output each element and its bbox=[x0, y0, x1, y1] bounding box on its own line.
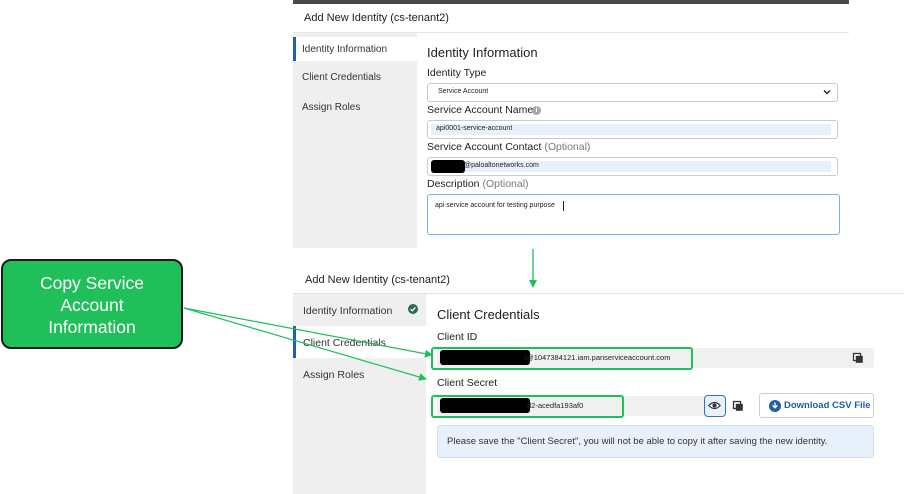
description-value: api service account for testing purpose bbox=[435, 202, 555, 209]
sidebar-item-assign-roles[interactable]: Assign Roles bbox=[293, 96, 417, 120]
top-border bbox=[293, 0, 849, 4]
chevron-down-icon bbox=[823, 90, 831, 95]
download-csv-button[interactable]: Download CSV File bbox=[759, 393, 874, 418]
sidebar-item-label: Identity Information bbox=[303, 305, 393, 317]
optional-tag: (Optional) bbox=[544, 141, 591, 153]
sidebar-item-label: Assign Roles bbox=[303, 369, 365, 381]
text-caret bbox=[563, 201, 564, 211]
callout-line: Copy Service bbox=[39, 273, 145, 293]
client-id-label: Client ID bbox=[437, 331, 478, 343]
save-secret-notice: Please save the "Client Secret", you wil… bbox=[437, 425, 874, 458]
check-circle-icon bbox=[408, 304, 418, 314]
copy-icon[interactable] bbox=[852, 352, 864, 364]
callout-line: Information bbox=[48, 317, 136, 337]
contact-label-text: Service Account Contact bbox=[427, 141, 542, 153]
notice-text: Please save the "Client Secret", you wil… bbox=[447, 436, 828, 447]
contact-value: @paloaltonetworks.com bbox=[464, 162, 539, 169]
show-secret-button[interactable] bbox=[704, 395, 726, 417]
service-account-name-label: Service Account Name bbox=[427, 104, 533, 116]
service-account-name-label-text: Service Account Name bbox=[427, 104, 534, 116]
section-title: Identity Information bbox=[427, 45, 538, 60]
client-id-highlight bbox=[431, 347, 693, 370]
wizard-sidebar: Identity Information Client Credentials … bbox=[293, 33, 417, 248]
sidebar-item-client-credentials[interactable]: Client Credentials bbox=[293, 66, 417, 90]
sidebar-item-identity-information[interactable]: Identity Information bbox=[293, 300, 426, 322]
client-credentials-panel: Add New Identity (cs-tenant2) Identity I… bbox=[293, 263, 904, 494]
identity-type-value: Service Account bbox=[438, 88, 489, 95]
wizard-sidebar: Identity Information Client Credentials … bbox=[293, 294, 426, 494]
sidebar-item-label: Client Credentials bbox=[302, 72, 381, 83]
description-label-text: Description bbox=[427, 178, 480, 190]
callout-line: Account bbox=[60, 295, 124, 315]
sidebar-item-assign-roles[interactable]: Assign Roles bbox=[293, 365, 426, 387]
client-secret-highlight bbox=[431, 395, 624, 418]
sidebar-item-identity-information[interactable]: Identity Information bbox=[293, 37, 417, 61]
optional-tag: (Optional) bbox=[482, 178, 529, 190]
identity-type-select[interactable]: Service Account bbox=[427, 83, 838, 102]
download-csv-label: Download CSV File bbox=[784, 400, 871, 411]
download-icon bbox=[769, 400, 781, 412]
copy-info-callout: Copy Service Account Information bbox=[1, 259, 183, 349]
service-account-name-input[interactable]: api0001-service-account bbox=[427, 120, 838, 139]
service-account-name-value: api0001-service-account bbox=[436, 125, 513, 132]
identity-type-label: Identity Type bbox=[427, 67, 487, 79]
section-title: Client Credentials bbox=[437, 307, 540, 322]
description-textarea[interactable]: api service account for testing purpose bbox=[427, 194, 840, 235]
description-label: Description (Optional) bbox=[427, 178, 529, 190]
service-account-contact-label: Service Account Contact (Optional) bbox=[427, 141, 590, 153]
panel-title: Add New Identity (cs-tenant2) bbox=[304, 12, 449, 24]
sidebar-item-client-credentials[interactable]: Client Credentials bbox=[293, 326, 426, 358]
identity-info-panel: Add New Identity (cs-tenant2) Identity I… bbox=[293, 0, 849, 248]
client-secret-label: Client Secret bbox=[437, 377, 498, 389]
sidebar-item-label: Assign Roles bbox=[302, 102, 361, 113]
eye-icon bbox=[708, 401, 721, 410]
service-account-contact-input[interactable]: @paloaltonetworks.com bbox=[427, 157, 838, 176]
sidebar-item-label: Client Credentials bbox=[303, 337, 386, 349]
sidebar-item-label: Identity Information bbox=[302, 44, 388, 55]
redaction-box bbox=[431, 160, 465, 173]
info-icon[interactable]: i bbox=[532, 106, 541, 115]
panel-title: Add New Identity (cs-tenant2) bbox=[305, 274, 450, 286]
copy-icon[interactable] bbox=[732, 400, 744, 412]
